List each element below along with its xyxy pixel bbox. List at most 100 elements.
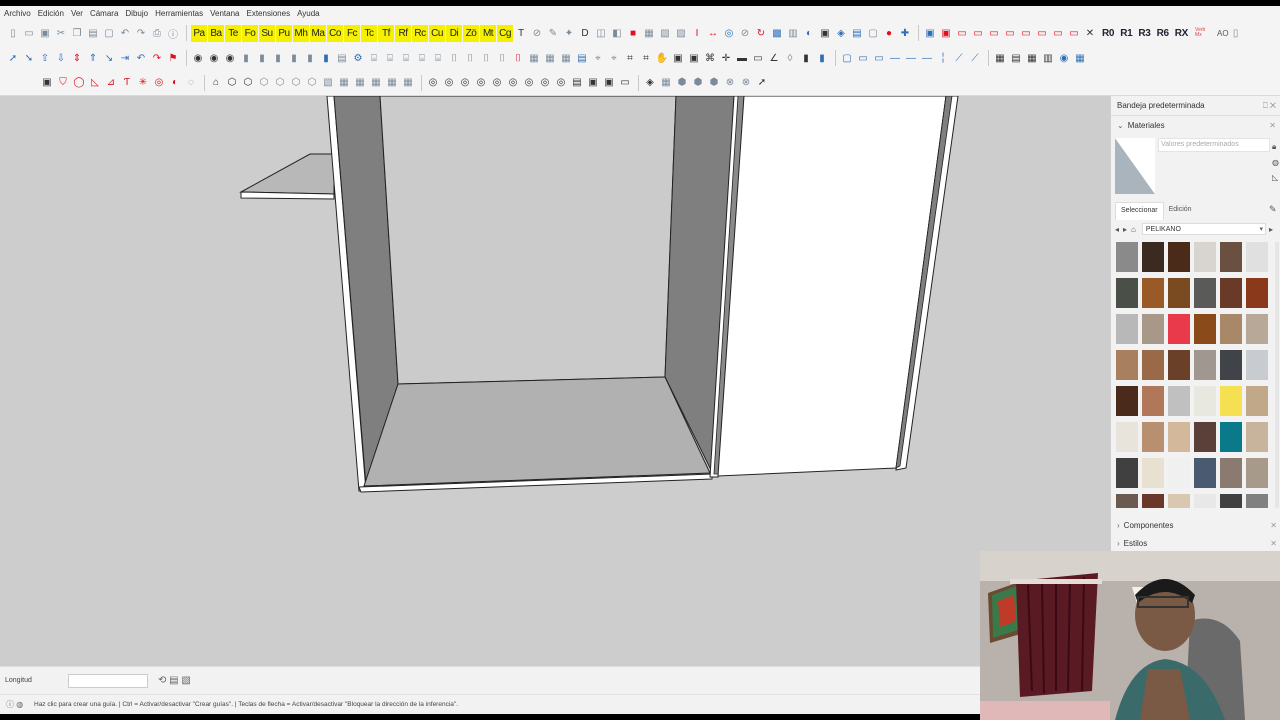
solid-tools-icon[interactable]: ◈ [643,75,657,91]
material-swatch[interactable] [1220,494,1242,508]
export-icon[interactable]: ◉ [1057,50,1071,66]
close-x-icon[interactable]: ✕ [1083,25,1097,41]
plugin-button-ba[interactable]: Ba [208,24,224,42]
component-icon[interactable]: ▧ [658,25,672,41]
menu-ver[interactable]: Ver [71,9,83,18]
frame-2-icon[interactable]: ▣ [687,50,701,66]
sandbox-icon[interactable]: ◐ [168,75,182,91]
details-arrow-icon[interactable]: ▸ [1269,225,1273,234]
material-swatch[interactable] [1116,350,1138,380]
material-swatch[interactable] [1168,422,1190,452]
rack-icon-2[interactable]: ▦ [543,50,557,66]
material-swatch[interactable] [1194,350,1216,380]
rect-red-icon-6[interactable]: ▭ [1035,25,1049,41]
panel-icon-1[interactable]: ▮ [239,50,253,66]
text-tool-icon[interactable]: T [514,25,528,41]
material-swatch[interactable] [1168,386,1190,416]
view-front-icon[interactable]: ▢ [840,50,854,66]
home-icon[interactable]: ⌂ [1131,225,1136,234]
move-up-icon[interactable]: ⇧ [38,50,52,66]
material-swatch[interactable] [1246,350,1268,380]
handle-2-icon[interactable]: ⌗ [639,50,653,66]
tab-edit[interactable]: Edición [1164,202,1197,220]
bolt-icon[interactable]: ⌖ [607,50,621,66]
plugin-button-rf[interactable]: Rf [395,24,411,42]
cabinet-icon-1[interactable]: ⌸ [367,50,381,66]
follow-icon[interactable]: ↘ [102,50,116,66]
plugin-button-su[interactable]: Su [259,24,275,42]
material-swatch[interactable] [1142,494,1164,508]
rotate-rx-button[interactable]: RX [1175,28,1189,39]
eraser-tool-icon[interactable]: ▣ [40,75,54,91]
drawer-icon-3[interactable]: ⌷ [479,50,493,66]
material-swatch[interactable] [1220,422,1242,452]
union-icon[interactable]: ⬢ [691,75,705,91]
rotate-r0-button[interactable]: R0 [1102,28,1114,39]
trim-icon[interactable]: ⊗ [723,75,737,91]
drawer-icon-4[interactable]: ⌷ [495,50,509,66]
zoom-window-icon[interactable]: ◎ [474,75,488,91]
plugin-button-rc[interactable]: Rc [412,24,428,42]
eyedropper-icon[interactable]: ✎ [1269,204,1277,215]
plugin-button-tc[interactable]: Tc [361,24,377,42]
material-swatch[interactable] [1168,242,1190,272]
iso-view-icon[interactable]: ⬡ [225,75,239,91]
material-swatch[interactable] [1116,278,1138,308]
door-blue-icon[interactable]: ▮ [815,50,829,66]
print-icon[interactable]: ⎙ [150,25,164,41]
panel-icon-4[interactable]: ▮ [287,50,301,66]
cut-list-icon[interactable]: ▥ [1041,50,1055,66]
close-section-icon[interactable]: ✕ [1270,539,1277,548]
cursor-text-icon[interactable]: I [690,25,704,41]
material-swatch[interactable] [1246,494,1268,508]
view-iso-icon[interactable]: ╎ [936,50,950,66]
material-swatch[interactable] [1194,314,1216,344]
material-swatch[interactable] [1220,242,1242,272]
book-icon[interactable]: ▥ [786,25,800,41]
walk-icon[interactable]: ▤ [570,75,584,91]
tape-measure-icon[interactable]: ⊿ [104,75,118,91]
material-swatch[interactable] [1168,458,1190,488]
doc-icon[interactable]: ▯ [1229,25,1243,41]
layer-list-icon[interactable]: ▤ [575,50,589,66]
plugin-button-pa[interactable]: Pa [191,24,207,42]
material-swatch[interactable] [1142,386,1164,416]
rotate-r6-button[interactable]: R6 [1157,28,1169,39]
material-swatch[interactable] [1246,422,1268,452]
handle-icon[interactable]: ⌗ [623,50,637,66]
xray-icon[interactable]: ▧ [321,75,335,91]
offset-icon[interactable]: ⇥ [118,50,132,66]
grid-icon[interactable]: ▦ [642,25,656,41]
panel-icon-3[interactable]: ▮ [271,50,285,66]
close-section-icon[interactable]: ✕ [1269,121,1276,130]
angle-icon[interactable]: ∠ [767,50,781,66]
cross-icon[interactable]: ✛ [719,50,733,66]
shelf-icon[interactable]: ▤ [335,50,349,66]
compass-icon[interactable]: ◐ [802,25,816,41]
home-icon[interactable]: ⌂ [209,75,223,91]
material-swatch[interactable] [1246,386,1268,416]
3d-model-canvas[interactable] [0,96,1110,666]
eraser-icon[interactable]: ◫ [594,25,608,41]
view-top-icon[interactable]: ▭ [856,50,870,66]
material-swatch[interactable] [1220,350,1242,380]
erase-icon[interactable]: ▢ [102,25,116,41]
material-swatch[interactable] [1168,350,1190,380]
material-swatch[interactable] [1194,422,1216,452]
new-file-icon[interactable]: ▯ [6,25,20,41]
material-swatch[interactable] [1220,278,1242,308]
monochrome-icon[interactable]: ▦ [401,75,415,91]
material-swatch[interactable] [1142,458,1164,488]
cabinet-icon-4[interactable]: ⌸ [415,50,429,66]
window-icon[interactable]: ▨ [674,25,688,41]
text-tool-2-icon[interactable]: Ƭ [120,75,134,91]
zoom-extents-icon[interactable]: ◎ [490,75,504,91]
rack-icon[interactable]: ▦ [527,50,541,66]
hand-icon[interactable]: ✋ [655,50,669,66]
material-swatch[interactable] [1116,242,1138,272]
right-view-icon[interactable]: ⬡ [273,75,287,91]
material-swatch[interactable] [1142,422,1164,452]
texture-icon[interactable]: ▩ [770,25,784,41]
tab-select[interactable]: Seleccionar [1115,202,1164,220]
split-icon[interactable]: ⊗ [739,75,753,91]
